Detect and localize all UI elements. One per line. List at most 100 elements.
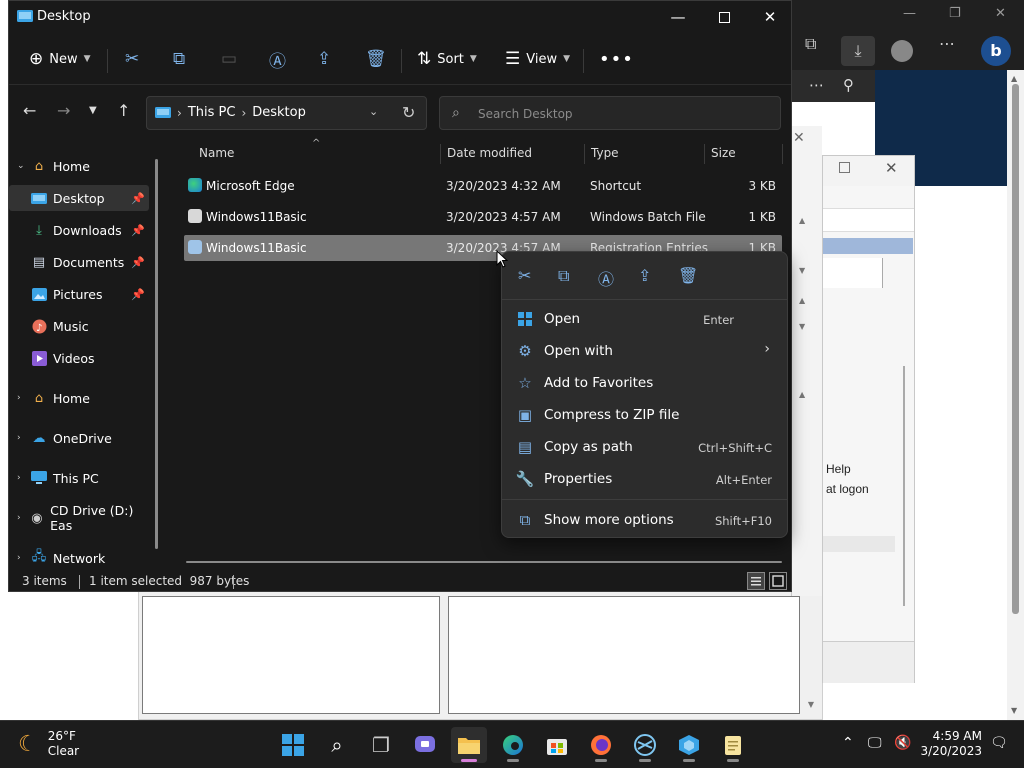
cut-button[interactable]: ✂ [125,45,139,73]
share-button[interactable]: ⇪ [317,45,331,73]
title-bar[interactable]: Desktop — ✕ [9,1,791,33]
menu-item-compress-zip[interactable]: ▣ Compress to ZIP file [508,400,782,430]
file-list-scrollbar[interactable] [186,561,782,563]
system-clock[interactable]: 4:59 AM 3/20/2023 [920,729,982,759]
breadcrumb-this-pc[interactable]: This PC [188,105,236,120]
sidebar-item-home[interactable]: ⌄ ⌂ Home [9,153,149,179]
column-header-name[interactable]: Name [199,146,234,160]
breadcrumb-desktop[interactable]: Desktop [252,105,306,120]
rename-icon[interactable]: Ⓐ [598,266,614,290]
column-header-date[interactable]: Date modified [447,146,532,160]
back-button[interactable]: ← [23,101,36,120]
menu-item-properties[interactable]: 🔧 Properties Alt+Enter [508,464,782,494]
start-button[interactable] [275,727,311,763]
minimize-button[interactable]: — [655,1,701,33]
sidebar-item-network[interactable]: › 🖧 Network [9,545,149,571]
navigation-pane-scrollbar[interactable] [155,159,158,549]
maximize-button[interactable] [701,1,747,33]
download-icon[interactable]: ⤓ [841,36,875,66]
more-icon[interactable]: ⋯ [939,34,955,53]
view-button[interactable]: ☰ View ▼ [505,45,570,73]
chat-button[interactable] [407,727,443,763]
network-tray-icon[interactable]: 🖵 [868,735,882,751]
notification-icon[interactable]: 🗨 [990,735,1008,751]
download-icon: ⤓ [36,222,42,238]
delete-button[interactable]: 🗑 [365,45,387,73]
search-input[interactable] [478,104,768,124]
sidebar-item-cd-drive[interactable]: › ◉ CD Drive (D:) Eas [9,503,149,533]
search-box[interactable]: ⌕ [439,96,781,130]
background-scrollbar[interactable]: ▲ ▼ [1007,70,1024,720]
sidebar-item-downloads[interactable]: ⤓ Downloads 📌 [9,217,149,243]
menu-item-show-more-options[interactable]: ⧉ Show more options Shift+F10 [508,505,782,535]
scroll-thumb[interactable] [1012,84,1019,614]
app-taskbar-button[interactable] [671,727,707,763]
bing-icon[interactable]: b [981,36,1011,66]
menu-item-copy-as-path[interactable]: ▤ Copy as path Ctrl+Shift+C [508,432,782,462]
paste-button[interactable]: ▭ [221,45,237,73]
sidebar-item-music[interactable]: ♪ Music [9,313,149,339]
details-view-button[interactable] [747,572,765,590]
sidebar-item-pictures[interactable]: Pictures 📌 [9,281,149,307]
copy-button[interactable]: ⧉ [173,45,185,73]
collections-icon[interactable]: ⧉ [805,34,816,54]
store-icon [547,739,567,755]
menu-item-open-with[interactable]: ⚙ Open with › [508,336,782,366]
avatar[interactable] [891,40,913,62]
chevron-right-icon[interactable]: › [17,513,30,523]
close-icon[interactable]: ✕ [885,159,898,177]
scroll-up-icon[interactable]: ▲ [1011,74,1017,83]
address-bar[interactable]: › This PC › Desktop ⌄ ↻ [146,96,427,130]
search-taskbar-button[interactable]: ⌕ [319,727,355,763]
forward-button[interactable]: → [57,101,70,120]
file-explorer-taskbar-button[interactable] [451,727,487,763]
sidebar-item-desktop[interactable]: Desktop 📌 [9,185,149,211]
table-row[interactable]: Microsoft Edge 3/20/2023 4:32 AM Shortcu… [184,173,782,199]
trash-icon[interactable]: 🗑 [678,266,698,285]
chevron-right-icon[interactable]: › [17,473,31,483]
column-header-size[interactable]: Size [711,146,736,160]
dialog-selected-row[interactable] [823,238,913,254]
scroll-down-icon[interactable]: ▼ [1011,706,1017,715]
task-view-button[interactable]: ❐ [363,727,399,763]
recent-locations-button[interactable]: ▼ [89,105,97,116]
trash-icon: 🗑 [365,49,387,69]
sort-button[interactable]: ⇅ Sort ▼ [417,45,477,73]
sidebar-item-this-pc[interactable]: › This PC [9,465,149,491]
refresh-icon[interactable]: ↻ [402,103,415,122]
scissors-icon[interactable]: ✂ [518,266,531,285]
store-taskbar-button[interactable] [539,727,575,763]
maximize-icon[interactable] [839,162,850,173]
close-icon[interactable]: ✕ [793,130,805,146]
pin-icon[interactable]: ⚲ [843,76,854,94]
address-dropdown-icon[interactable]: ⌄ [369,105,378,118]
menu-item-open[interactable]: Open Enter [508,304,782,334]
sidebar-item-documents[interactable]: ▤ Documents 📌 [9,249,149,275]
column-header-type[interactable]: Type [591,146,619,160]
chevron-right-icon[interactable]: › [17,393,31,403]
chevron-up-icon[interactable]: ⌃ [842,735,854,751]
sidebar-item-home[interactable]: › ⌂ Home [9,385,149,411]
tiles-view-button[interactable] [769,572,787,590]
share-icon[interactable]: ⇪ [638,266,651,285]
weather-widget[interactable]: ☾ 26°F Clear [18,729,79,759]
sidebar-item-videos[interactable]: Videos [9,345,149,371]
notepad-taskbar-button[interactable] [715,727,751,763]
edge-taskbar-button[interactable] [495,727,531,763]
volume-muted-icon[interactable]: 🔇 [894,735,911,751]
up-button[interactable]: ↑ [117,101,130,120]
more-icon[interactable]: ⋯ [809,76,824,94]
chevron-right-icon[interactable]: › [17,553,31,563]
copy-icon[interactable]: ⧉ [558,266,569,286]
see-more-button[interactable]: ••• [599,45,634,73]
chevron-right-icon[interactable]: › [17,433,31,443]
new-button[interactable]: ⊕ New ▼ [29,45,91,73]
sidebar-item-onedrive[interactable]: › ☁ OneDrive [9,425,149,451]
close-button[interactable]: ✕ [747,1,793,33]
table-row[interactable]: Windows11Basic 3/20/2023 4:57 AM Windows… [184,204,782,230]
firefox-taskbar-button[interactable] [583,727,619,763]
menu-item-add-to-favorites[interactable]: ☆ Add to Favorites [508,368,782,398]
rename-button[interactable]: Ⓐ [269,45,286,73]
chevron-down-icon[interactable]: ⌄ [17,161,31,171]
app-taskbar-button[interactable] [627,727,663,763]
